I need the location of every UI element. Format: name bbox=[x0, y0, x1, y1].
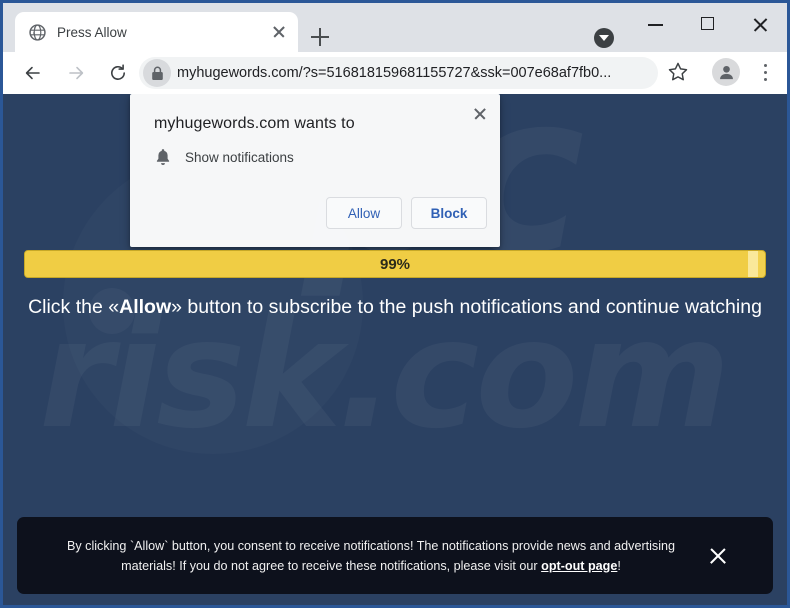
page-viewport: pc risk.com myhugewords.com wants to Sho… bbox=[3, 94, 787, 605]
browser-toolbar: myhugewords.com/?s=516818159681155727&ss… bbox=[3, 52, 787, 94]
consent-banner-text: By clicking `Allow` button, you consent … bbox=[57, 536, 685, 576]
instruction-emphasis: Allow bbox=[119, 296, 172, 318]
progress-bar: 99% bbox=[24, 250, 766, 278]
minimize-icon bbox=[648, 24, 663, 26]
reload-icon bbox=[111, 64, 125, 80]
address-bar[interactable]: myhugewords.com/?s=516818159681155727&ss… bbox=[139, 57, 658, 89]
globe-icon bbox=[29, 23, 46, 41]
consent-text-after: ! bbox=[617, 558, 621, 573]
block-button[interactable]: Block bbox=[411, 197, 487, 229]
reload-button[interactable] bbox=[103, 58, 133, 88]
lock-icon[interactable] bbox=[143, 59, 171, 87]
window-close-button[interactable] bbox=[737, 8, 783, 40]
arrow-left-icon bbox=[25, 66, 40, 80]
profile-avatar[interactable] bbox=[712, 58, 740, 86]
person-icon bbox=[719, 65, 733, 79]
consent-banner: By clicking `Allow` button, you consent … bbox=[17, 517, 773, 594]
tab-title: Press Allow bbox=[57, 24, 127, 40]
opt-out-page-link[interactable]: opt-out page bbox=[541, 559, 617, 573]
address-bar-url: myhugewords.com/?s=516818159681155727&ss… bbox=[177, 65, 612, 81]
bell-icon bbox=[154, 147, 172, 167]
tab-search-icon[interactable] bbox=[594, 28, 614, 48]
instruction-text: Click the «Allow» button to subscribe to… bbox=[3, 296, 787, 319]
back-button[interactable] bbox=[18, 58, 48, 88]
chrome-menu-icon[interactable] bbox=[753, 60, 777, 86]
permission-dialog-title: myhugewords.com wants to bbox=[154, 115, 355, 132]
watermark-text: risk.com bbox=[39, 300, 731, 450]
window-minimize-button[interactable] bbox=[633, 8, 679, 40]
permission-dialog-close-icon[interactable] bbox=[468, 102, 492, 126]
instruction-before: Click the « bbox=[28, 296, 120, 318]
browser-window-frame: Press Allow myhugewords.com/?s=516818159… bbox=[0, 0, 790, 608]
instruction-after: » button to subscribe to the push notifi… bbox=[171, 296, 762, 318]
browser-tab[interactable]: Press Allow bbox=[15, 12, 298, 52]
permission-row: Show notifications bbox=[154, 147, 294, 167]
permission-dialog-actions: Allow Block bbox=[326, 197, 487, 229]
permission-label: Show notifications bbox=[185, 149, 294, 165]
bookmark-star-icon[interactable] bbox=[666, 60, 692, 86]
notification-permission-dialog: myhugewords.com wants to Show notificati… bbox=[130, 94, 500, 247]
forward-button[interactable] bbox=[61, 58, 91, 88]
new-tab-button[interactable] bbox=[308, 25, 332, 49]
arrow-right-icon bbox=[69, 66, 84, 80]
window-maximize-button[interactable] bbox=[685, 8, 731, 40]
allow-button[interactable]: Allow bbox=[326, 197, 402, 229]
tab-close-icon[interactable] bbox=[270, 23, 288, 41]
maximize-icon bbox=[701, 17, 714, 30]
progress-bar-label: 99% bbox=[379, 255, 411, 273]
tab-strip: Press Allow bbox=[3, 3, 787, 52]
chevron-down-icon bbox=[599, 35, 609, 41]
consent-banner-close-icon[interactable] bbox=[707, 545, 729, 567]
